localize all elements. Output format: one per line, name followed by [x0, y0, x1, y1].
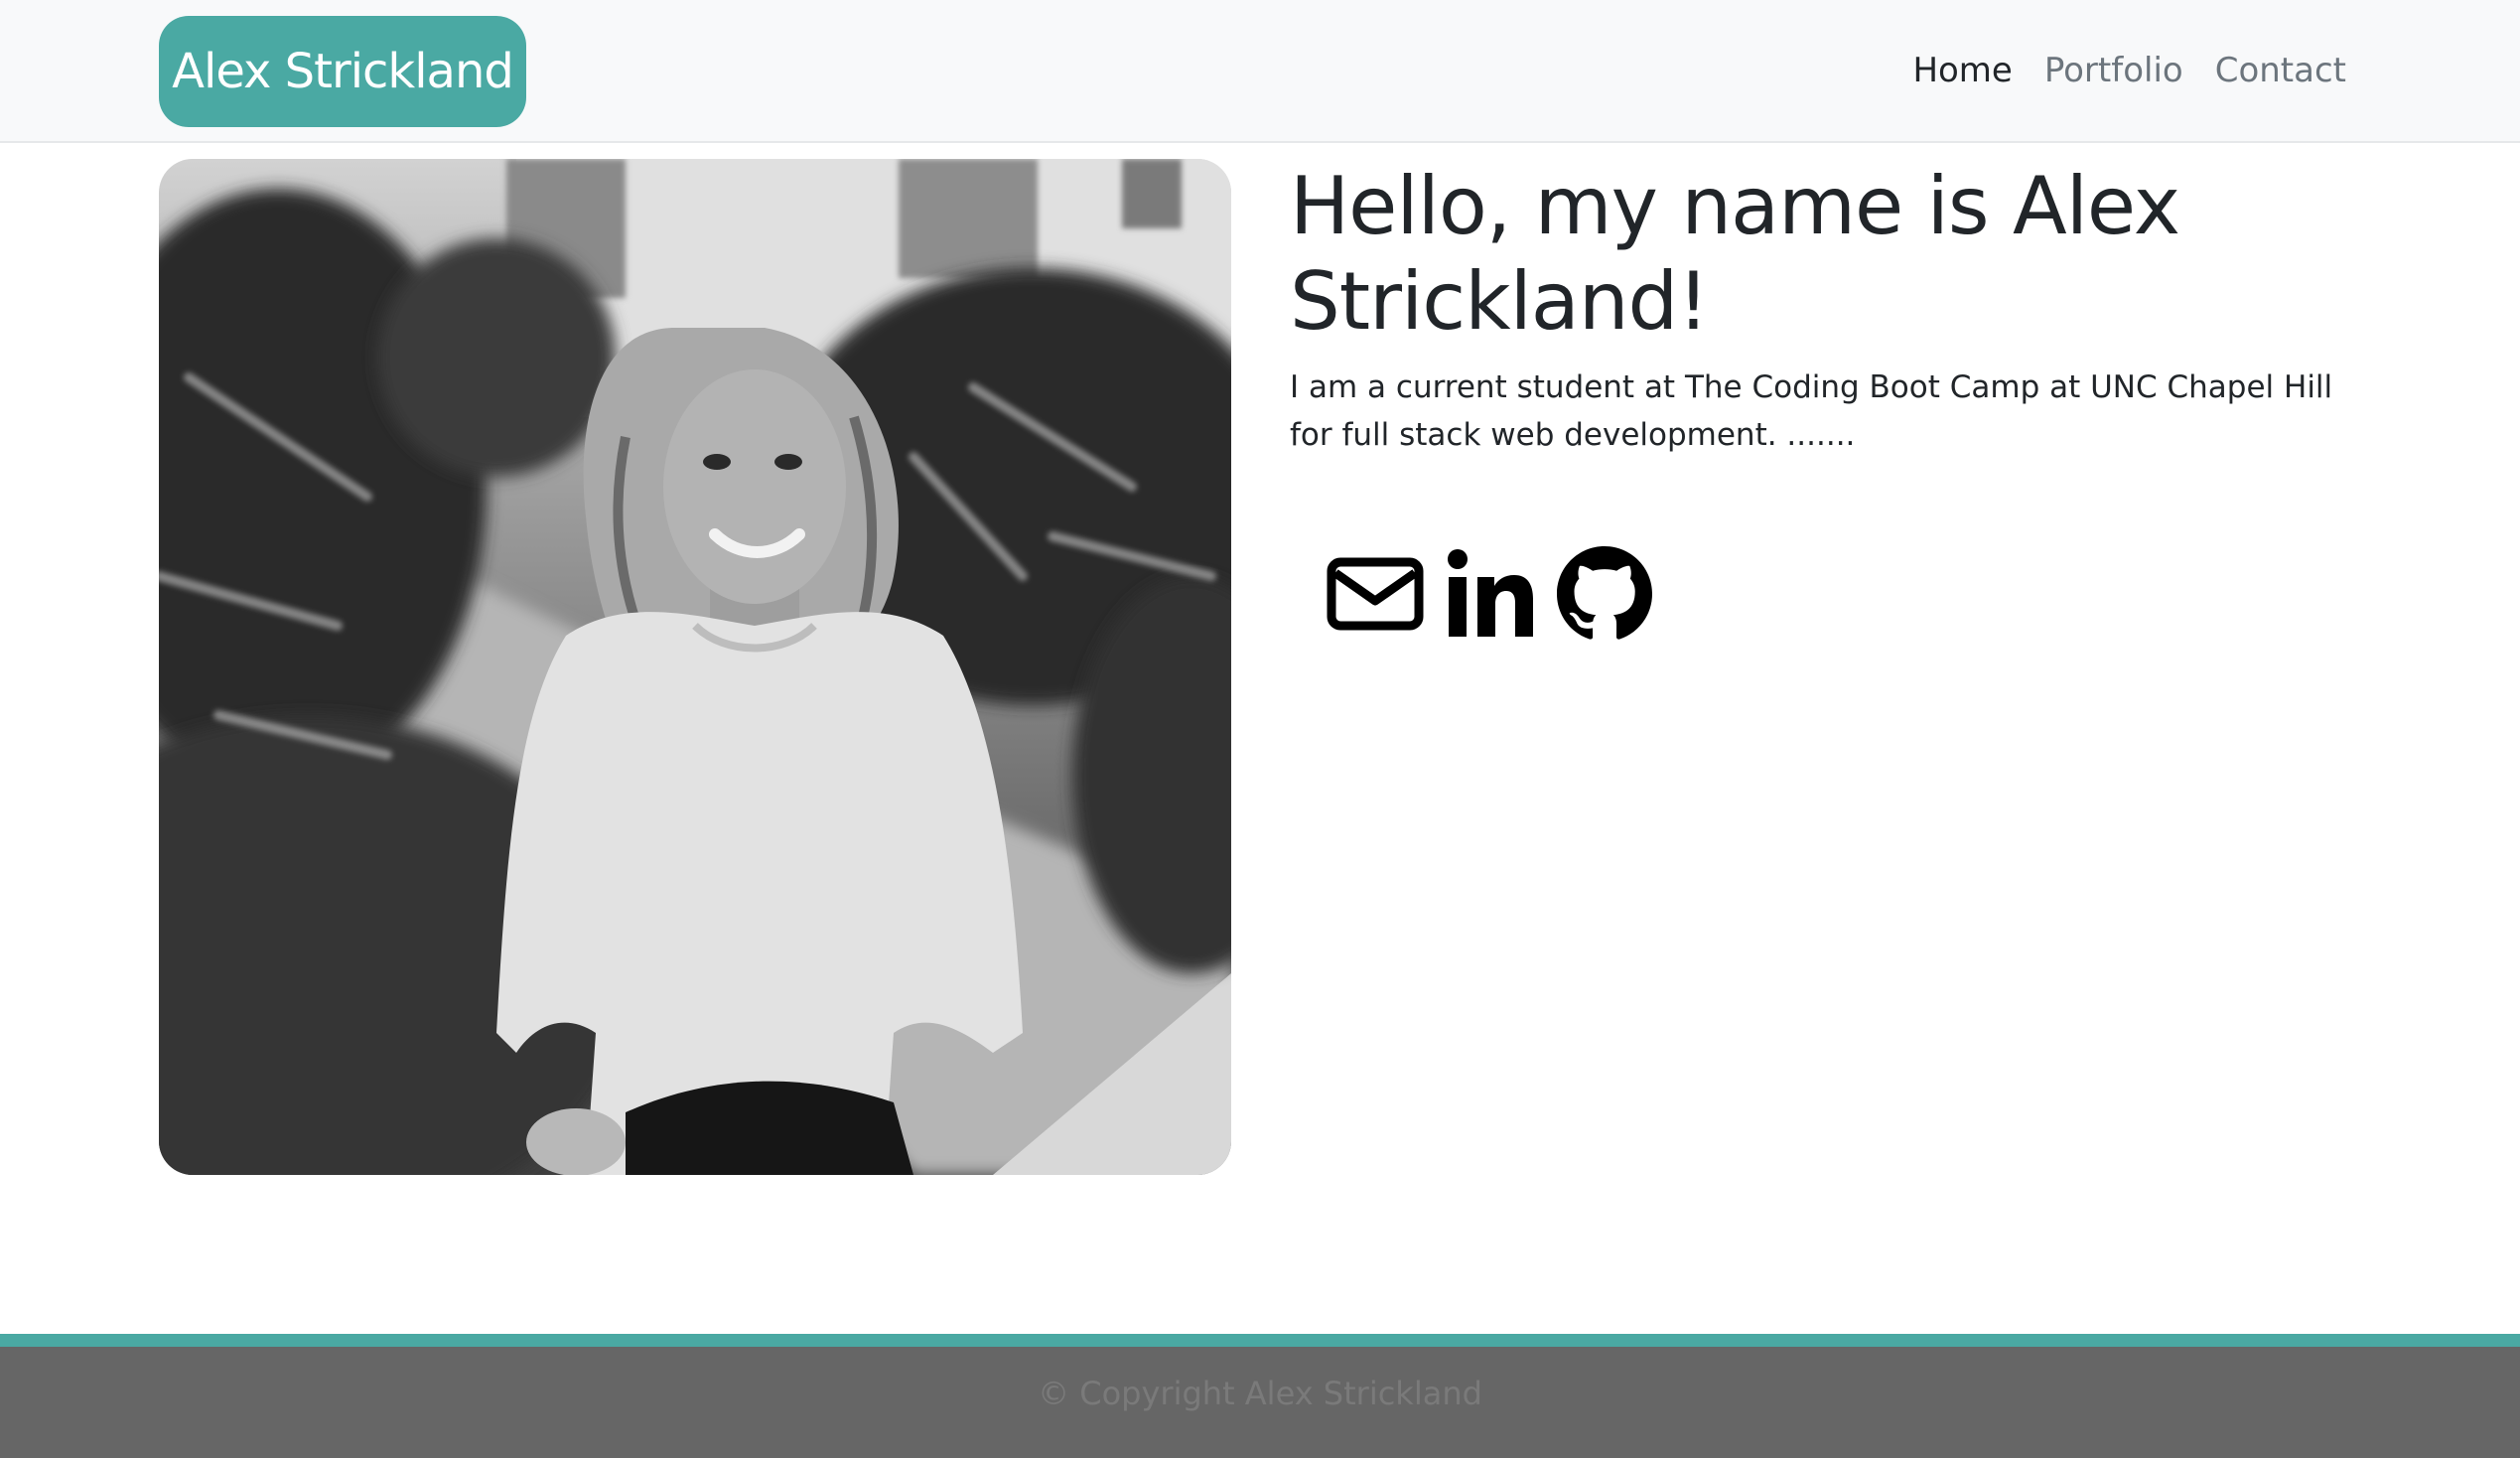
nav-link-contact[interactable]: Contact [2215, 51, 2346, 90]
nav-links: Home Portfolio Contact [1912, 0, 2346, 141]
nav-link-portfolio[interactable]: Portfolio [2044, 51, 2183, 90]
profile-photo [159, 159, 1231, 1175]
github-link[interactable] [1557, 546, 1652, 642]
linkedin-link[interactable] [1446, 549, 1535, 639]
nav-link-home[interactable]: Home [1912, 51, 2012, 90]
email-link[interactable] [1327, 557, 1424, 631]
bio-text: I am a current student at The Coding Boo… [1290, 369, 2333, 453]
social-links [1327, 546, 1652, 642]
copyright-text: © Copyright Alex Strickland [1038, 1375, 1482, 1412]
intro-section: Hello, my name is Alex Strickland! I am … [1290, 159, 2362, 459]
linkedin-icon [1448, 549, 1533, 637]
brand-logo-link[interactable]: Alex Strickland [159, 16, 526, 127]
navbar: Alex Strickland Home Portfolio Contact [0, 0, 2520, 143]
page-heading: Hello, my name is Alex Strickland! [1290, 160, 2180, 348]
footer: © Copyright Alex Strickland [0, 1334, 2520, 1458]
github-icon [1557, 546, 1652, 640]
envelope-icon [1327, 557, 1424, 631]
